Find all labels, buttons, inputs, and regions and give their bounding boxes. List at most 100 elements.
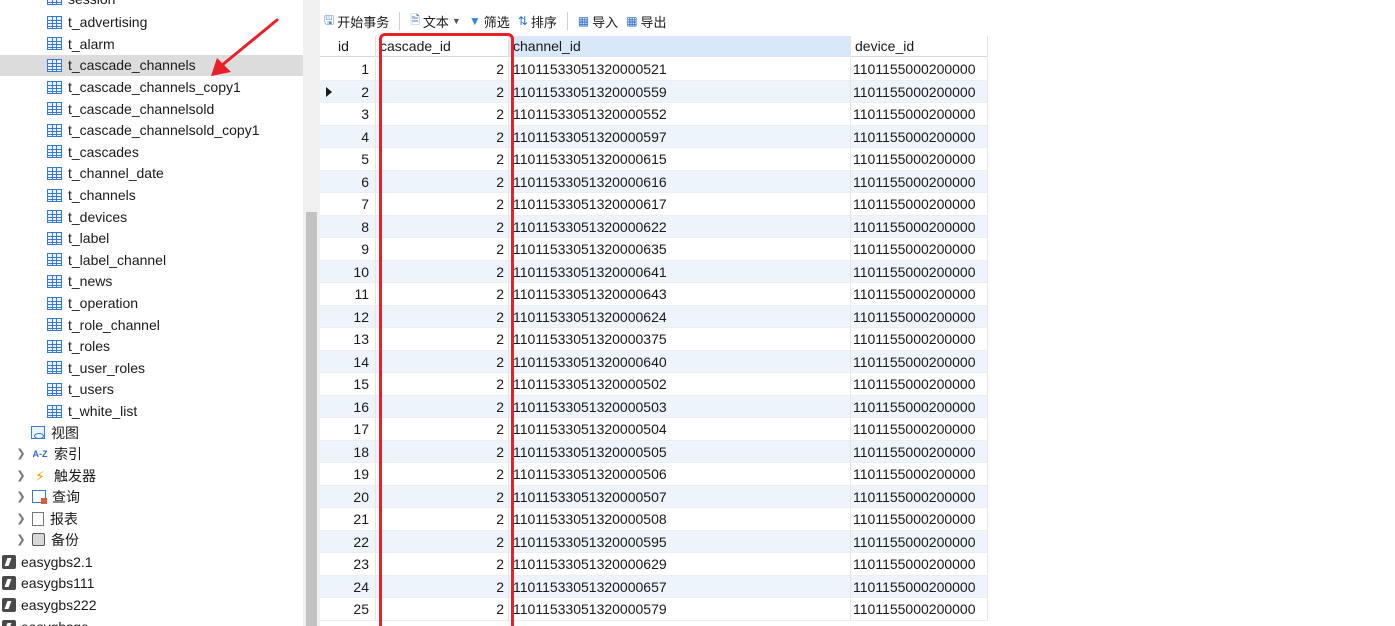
cell-id[interactable]: 9 — [320, 238, 376, 261]
cell-id[interactable]: 24 — [320, 575, 376, 598]
cell-id[interactable]: 1 — [320, 58, 376, 81]
tree-category-views[interactable]: 视图 — [0, 422, 303, 444]
cell-id[interactable]: 23 — [320, 553, 376, 576]
cell-cascade-id[interactable]: 2 — [376, 598, 509, 621]
cell-id[interactable]: 7 — [320, 193, 376, 216]
table-row[interactable]: 20 2 11011533051320000507 1101155000200000 — [320, 485, 988, 508]
cell-device-id[interactable]: 1101155000200000 — [851, 215, 988, 238]
tree-item-table[interactable]: t_role_channel — [0, 314, 303, 336]
table-row[interactable]: 15 2 11011533051320000502 1101155000200000 — [320, 373, 988, 396]
tree-item-table[interactable]: t_advertising — [0, 12, 303, 34]
chevron-right-icon[interactable]: ❯ — [14, 447, 28, 460]
cell-id[interactable]: 25 — [320, 598, 376, 621]
data-grid[interactable]: id cascade_id channel_id device_id 1 2 110… — [320, 36, 988, 626]
tree-item-table[interactable]: t_cascade_channels — [0, 54, 303, 77]
cell-device-id[interactable]: 1101155000200000 — [851, 305, 988, 328]
cell-id[interactable]: 11 — [320, 283, 376, 306]
cell-id[interactable]: 19 — [320, 463, 376, 486]
cell-device-id[interactable]: 1101155000200000 — [851, 508, 988, 531]
table-row[interactable]: 25 2 11011533051320000579 1101155000200000 — [320, 598, 988, 621]
table-row[interactable]: 8 2 11011533051320000622 1101155000200000 — [320, 215, 988, 238]
table-row[interactable]: 24 2 11011533051320000657 1101155000200000 — [320, 575, 988, 598]
tree-item-table[interactable]: t_roles — [0, 336, 303, 358]
cell-device-id[interactable]: 1101155000200000 — [851, 328, 988, 351]
cell-device-id[interactable]: 1101155000200000 — [851, 485, 988, 508]
cell-channel-id[interactable]: 11011533051320000597 — [509, 125, 851, 148]
cell-channel-id[interactable]: 11011533051320000505 — [509, 440, 851, 463]
cell-cascade-id[interactable]: 2 — [376, 193, 509, 216]
table-row[interactable]: 12 2 11011533051320000624 1101155000200000 — [320, 305, 988, 328]
tree-item-table[interactable]: t_alarm — [0, 33, 303, 55]
table-row[interactable]: 7 2 11011533051320000617 1101155000200000 — [320, 193, 988, 216]
table-row[interactable]: 18 2 11011533051320000505 1101155000200000 — [320, 440, 988, 463]
table-row[interactable]: 17 2 11011533051320000504 1101155000200000 — [320, 418, 988, 441]
chevron-right-icon[interactable]: ❯ — [14, 469, 28, 482]
cell-id[interactable]: 16 — [320, 395, 376, 418]
cell-channel-id[interactable]: 11011533051320000640 — [509, 350, 851, 373]
tree-item-database[interactable]: easygbs222 — [0, 594, 303, 616]
cell-channel-id[interactable]: 11011533051320000629 — [509, 553, 851, 576]
tree-item-table[interactable]: t_label_channel — [0, 249, 303, 271]
cell-id[interactable]: 22 — [320, 530, 376, 553]
cell-id[interactable]: 2 — [320, 80, 376, 103]
table-row[interactable]: 21 2 11011533051320000508 1101155000200000 — [320, 508, 988, 531]
cell-channel-id[interactable]: 11011533051320000559 — [509, 80, 851, 103]
cell-id[interactable]: 21 — [320, 508, 376, 531]
table-row[interactable]: 3 2 11011533051320000552 1101155000200000 — [320, 103, 988, 126]
tree-item-table[interactable]: t_channel_date — [0, 163, 303, 185]
tree-item-table[interactable]: t_channels — [0, 184, 303, 206]
tree-category-queries[interactable]: ❯ 查询 — [0, 486, 303, 508]
tree-item-partial[interactable]: session — [0, 0, 303, 10]
column-header-cascade-id[interactable]: cascade_id — [376, 36, 509, 57]
cell-id[interactable]: 13 — [320, 328, 376, 351]
chevron-right-icon[interactable]: ❯ — [14, 512, 28, 525]
tree-item-table[interactable]: t_cascades — [0, 141, 303, 163]
cell-id[interactable]: 10 — [320, 260, 376, 283]
cell-channel-id[interactable]: 11011533051320000595 — [509, 530, 851, 553]
cell-cascade-id[interactable]: 2 — [376, 395, 509, 418]
cell-cascade-id[interactable]: 2 — [376, 328, 509, 351]
import-button[interactable]: ▦ 导入 — [574, 9, 622, 33]
table-row[interactable]: 1 2 11011533051320000521 1101155000200000 — [320, 58, 988, 81]
cell-device-id[interactable]: 1101155000200000 — [851, 440, 988, 463]
table-row[interactable]: 14 2 11011533051320000640 1101155000200000 — [320, 350, 988, 373]
cell-cascade-id[interactable]: 2 — [376, 508, 509, 531]
cell-cascade-id[interactable]: 2 — [376, 260, 509, 283]
tree-item-table[interactable]: t_devices — [0, 206, 303, 228]
table-row[interactable]: 4 2 11011533051320000597 1101155000200000 — [320, 125, 988, 148]
tree-item-database[interactable]: easygbs111 — [0, 573, 303, 595]
cell-device-id[interactable]: 1101155000200000 — [851, 125, 988, 148]
cell-cascade-id[interactable]: 2 — [376, 530, 509, 553]
cell-cascade-id[interactable]: 2 — [376, 283, 509, 306]
cell-device-id[interactable]: 1101155000200000 — [851, 148, 988, 171]
cell-device-id[interactable]: 1101155000200000 — [851, 373, 988, 396]
cell-channel-id[interactable]: 11011533051320000508 — [509, 508, 851, 531]
cell-channel-id[interactable]: 11011533051320000552 — [509, 103, 851, 126]
cell-channel-id[interactable]: 11011533051320000507 — [509, 485, 851, 508]
cell-device-id[interactable]: 1101155000200000 — [851, 553, 988, 576]
cell-channel-id[interactable]: 11011533051320000579 — [509, 598, 851, 621]
tree-item-table[interactable]: t_users — [0, 379, 303, 401]
export-button[interactable]: ▦ 导出 — [622, 9, 670, 33]
dropdown-arrow-icon[interactable]: ▼ — [452, 16, 461, 26]
tree-item-table[interactable]: t_user_roles — [0, 357, 303, 379]
tree-item-table[interactable]: t_cascade_channels_copy1 — [0, 76, 303, 98]
tree-item-database[interactable]: easygbs2.1 — [0, 551, 303, 573]
cell-cascade-id[interactable]: 2 — [376, 418, 509, 441]
tree-category-backups[interactable]: ❯ 备份 — [0, 529, 303, 551]
column-header-id[interactable]: id — [320, 36, 376, 57]
cell-id[interactable]: 15 — [320, 373, 376, 396]
cell-cascade-id[interactable]: 2 — [376, 463, 509, 486]
column-header-channel-id[interactable]: channel_id — [509, 36, 851, 57]
tree-category-triggers[interactable]: ❯ ⚡ 触发器 — [0, 465, 303, 487]
tree-item-table[interactable]: t_operation — [0, 292, 303, 314]
table-row[interactable]: 11 2 11011533051320000643 1101155000200000 — [320, 283, 988, 306]
table-row[interactable]: 23 2 11011533051320000629 1101155000200000 — [320, 553, 988, 576]
chevron-right-icon[interactable]: ❯ — [14, 533, 28, 546]
cell-cascade-id[interactable]: 2 — [376, 58, 509, 81]
table-row[interactable]: 9 2 11011533051320000635 1101155000200000 — [320, 238, 988, 261]
tree-item-table[interactable]: t_cascade_channelsold — [0, 98, 303, 120]
cell-device-id[interactable]: 1101155000200000 — [851, 598, 988, 621]
cell-cascade-id[interactable]: 2 — [376, 485, 509, 508]
cell-channel-id[interactable]: 11011533051320000624 — [509, 305, 851, 328]
